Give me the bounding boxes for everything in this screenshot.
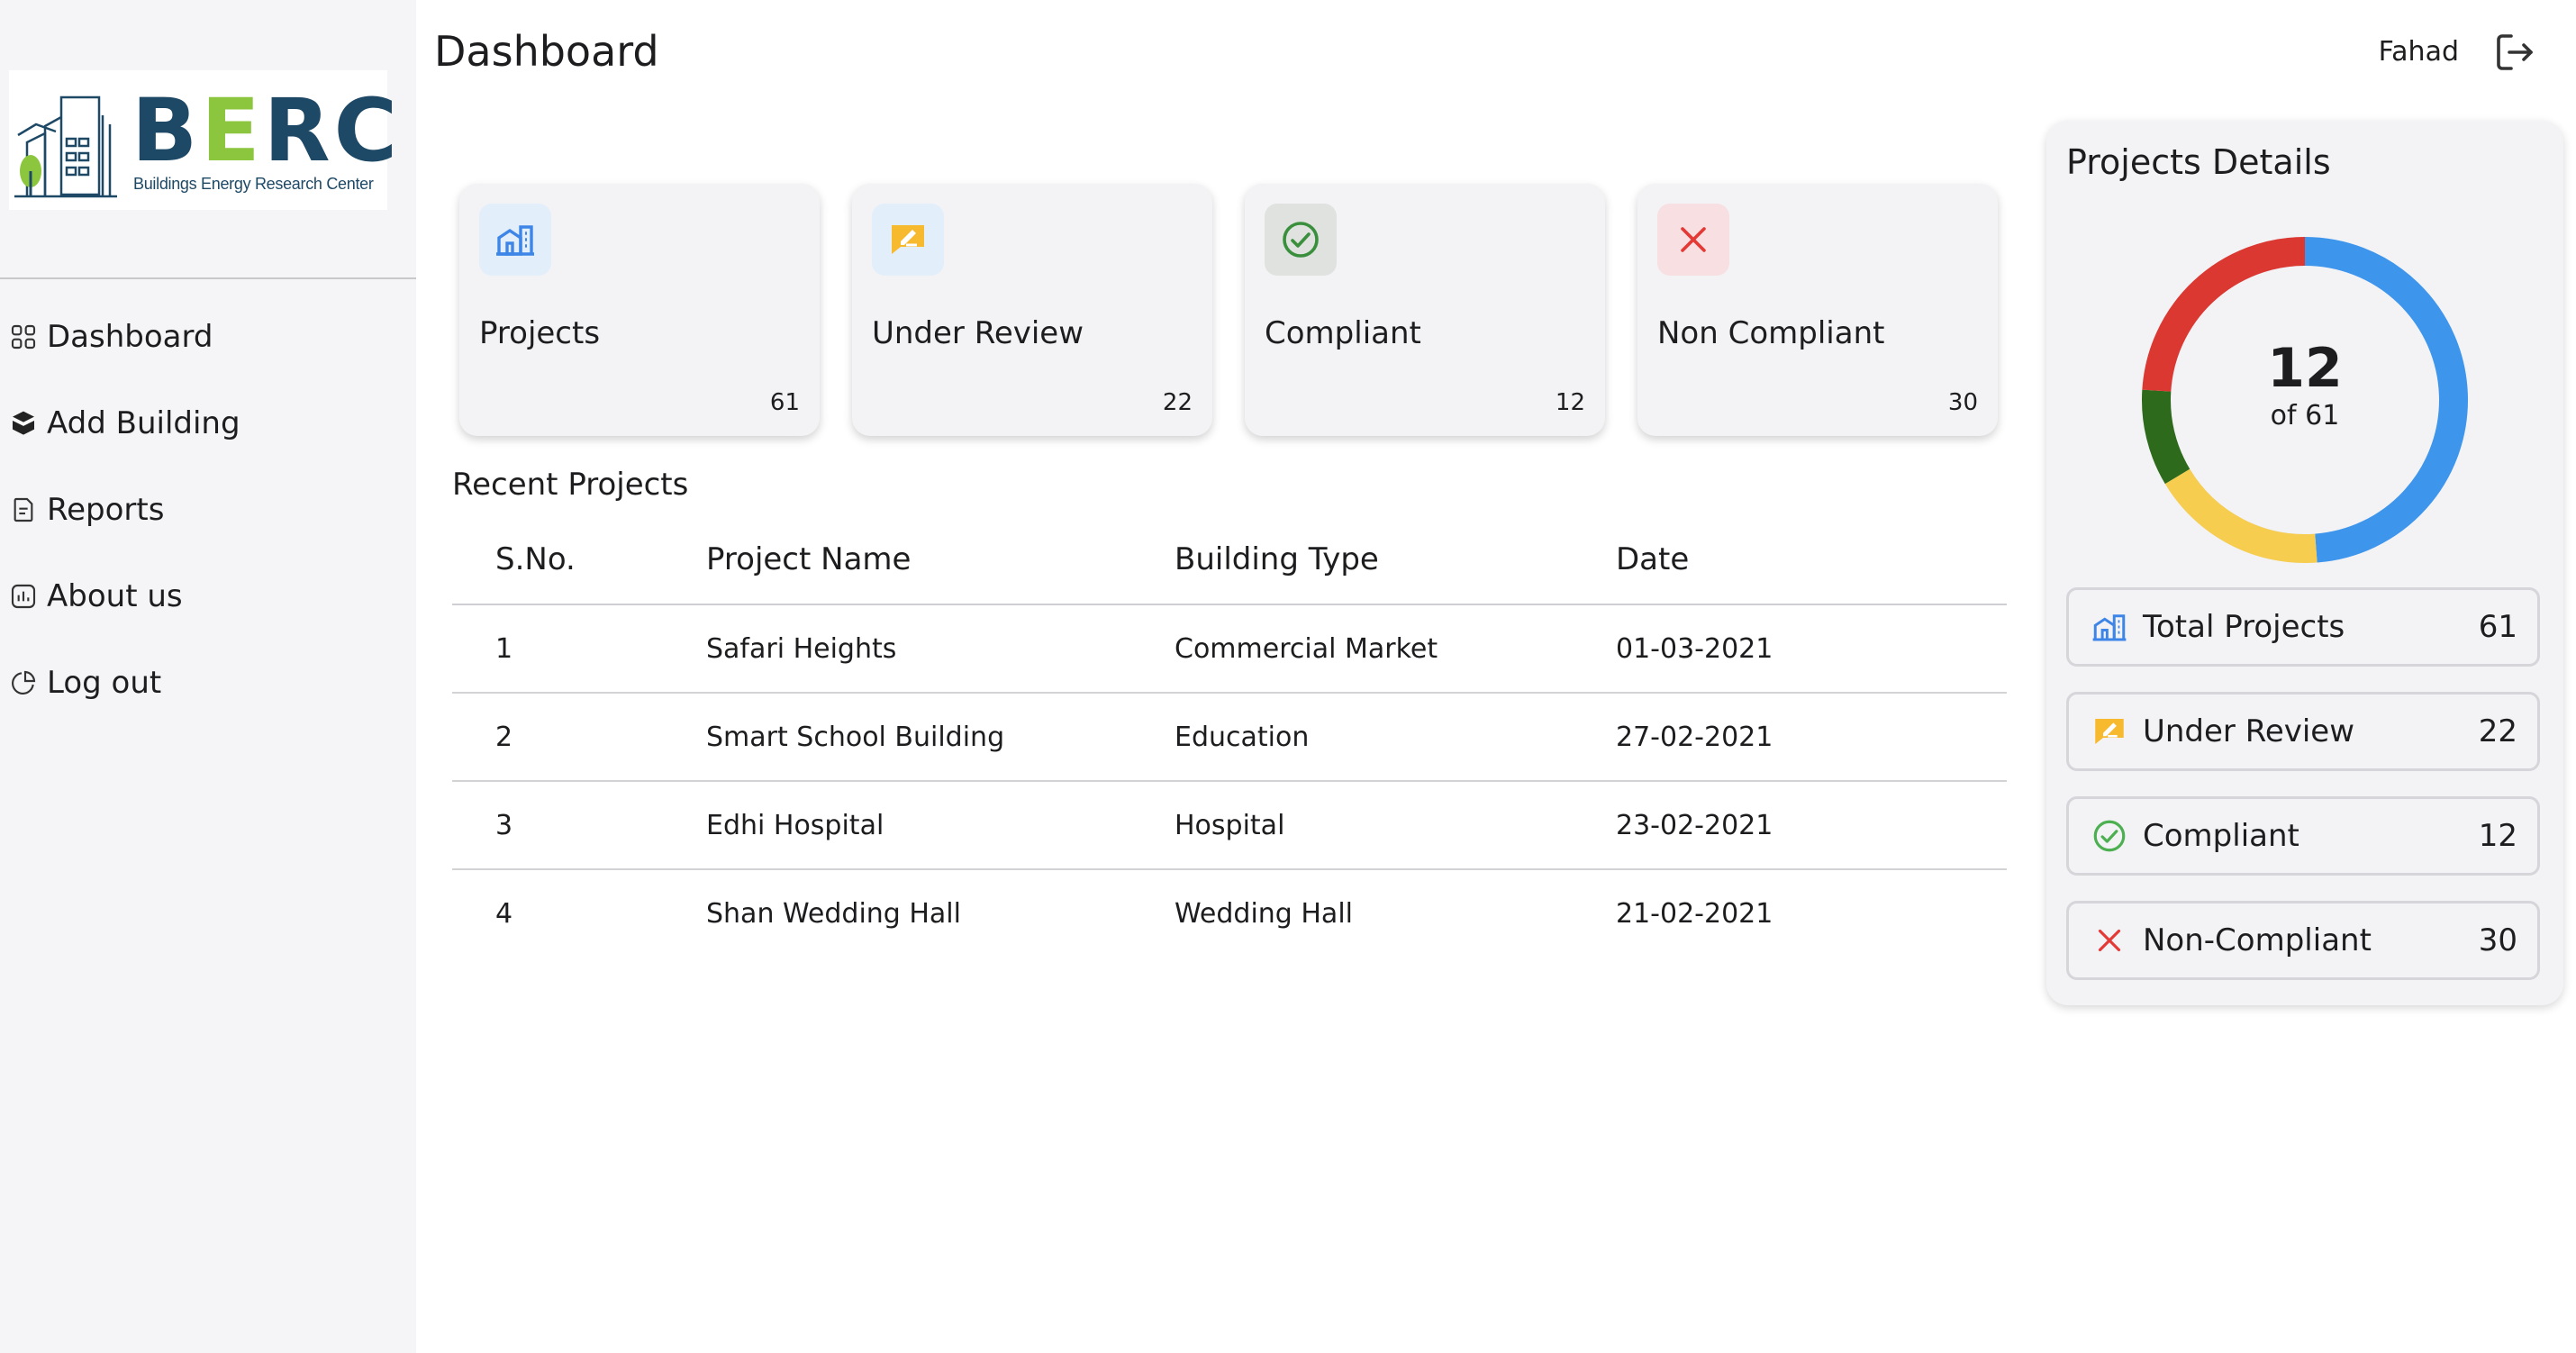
cell-date: 27-02-2021	[1615, 693, 2007, 782]
grid-icon	[11, 324, 36, 350]
cell-date: 21-02-2021	[1616, 897, 1773, 930]
card-label: Non Compliant	[1657, 315, 1885, 351]
summary-label: Non-Compliant	[2143, 922, 2372, 958]
table-header-row: S.No. Project Name Building Type Date	[452, 515, 2007, 605]
sidebar-item-dashboard[interactable]: Dashboard	[9, 319, 213, 355]
summary-label: Compliant	[2143, 818, 2299, 854]
pie-icon	[12, 670, 36, 695]
card-count: 12	[1555, 389, 1585, 416]
column-header: Date	[1615, 515, 2007, 605]
cell-sno: 3	[452, 781, 705, 870]
donut-center-subtitle: of 61	[2270, 400, 2340, 431]
sidebar-item-label: Add Building	[47, 405, 240, 441]
card-count: 30	[1947, 389, 1978, 416]
sidebar: BERC Buildings Energy Research Center Da…	[0, 0, 416, 1353]
card-count: 22	[1162, 389, 1193, 416]
summary-value: 61	[2478, 609, 2517, 645]
page-title: Dashboard	[434, 27, 659, 76]
sidebar-item-label: Log out	[47, 665, 162, 701]
logout-icon[interactable]	[2493, 31, 2536, 74]
card-under-review[interactable]: Under Review 22	[852, 184, 1212, 436]
card-label: Compliant	[1265, 315, 1421, 351]
card-icon-bg	[1265, 204, 1337, 276]
sidebar-item-about-us[interactable]: About us	[9, 578, 183, 614]
cell-building-type: Commercial Market	[1174, 604, 1615, 694]
table-row[interactable]: 2 Smart School Building Education 27-02-…	[452, 693, 2007, 782]
sidebar-divider	[0, 277, 416, 279]
card-compliant[interactable]: Compliant 12	[1245, 184, 1605, 436]
review-icon	[892, 225, 924, 254]
check-circle-icon	[2093, 820, 2126, 852]
cell-building-type: Hospital	[1174, 781, 1615, 870]
table-row[interactable]: 3 Edhi Hospital Hospital 23-02-2021	[452, 781, 2007, 870]
check-circle-icon	[1283, 222, 1319, 258]
sidebar-item-label: Dashboard	[47, 319, 213, 355]
cell-project-name: Safari Heights	[705, 604, 1174, 694]
building-logo-icon	[14, 95, 117, 198]
building-icon	[2092, 614, 2127, 641]
table-row[interactable]: 4 Shan Wedding Hall Wedding Hall 21-02-2…	[452, 869, 2007, 957]
summary-value: 22	[2478, 713, 2517, 749]
summary-row-under-review[interactable]: Under Review 22	[2066, 692, 2540, 771]
card-icon-bg	[479, 204, 551, 276]
card-icon-bg	[872, 204, 944, 276]
card-count: 61	[769, 389, 800, 416]
projects-details-panel: Projects Details 12 of 61 Total Projects…	[2046, 121, 2563, 1005]
donut-center-value: 12	[2267, 337, 2343, 400]
summary-row-non-compliant[interactable]: Non-Compliant 30	[2066, 901, 2540, 980]
summary-value: 12	[2478, 818, 2517, 854]
summary-label: Under Review	[2143, 713, 2355, 749]
logo-wordmark: BERC	[132, 80, 402, 181]
card-projects[interactable]: Projects 61	[459, 184, 820, 436]
cell-project-name: Shan Wedding Hall	[706, 897, 961, 930]
column-header: S.No.	[452, 515, 705, 605]
recent-projects-title: Recent Projects	[452, 467, 689, 503]
donut-segment-under-review	[2164, 468, 2317, 563]
summary-row-compliant[interactable]: Compliant 12	[2066, 796, 2540, 876]
recent-projects-table: S.No. Project Name Building Type Date 1 …	[452, 515, 2007, 957]
sidebar-item-log-out[interactable]: Log out	[9, 665, 161, 701]
sidebar-item-reports[interactable]: Reports	[9, 492, 164, 528]
summary-row-total-projects[interactable]: Total Projects 61	[2066, 587, 2540, 667]
review-icon	[2095, 719, 2124, 744]
cell-project-name: Edhi Hospital	[705, 781, 1174, 870]
cell-sno: 4	[495, 897, 513, 930]
document-icon	[14, 497, 33, 522]
building-icon	[496, 225, 534, 256]
table-row[interactable]: 1 Safari Heights Commercial Market 01-03…	[452, 604, 2007, 694]
close-icon	[1681, 227, 1706, 252]
card-label: Under Review	[872, 315, 1084, 351]
summary-value: 30	[2478, 922, 2517, 958]
card-icon-bg	[1657, 204, 1729, 276]
berc-logo: BERC Buildings Energy Research Center	[9, 70, 397, 210]
chart-icon	[11, 584, 36, 609]
logo-tagline: Buildings Energy Research Center	[133, 175, 374, 193]
cell-building-type: Education	[1174, 693, 1615, 782]
summary-label: Total Projects	[2143, 609, 2345, 645]
sidebar-item-label: About us	[47, 578, 183, 614]
user-name: Fahad	[2378, 36, 2459, 68]
close-icon	[2098, 929, 2121, 952]
box-icon	[12, 411, 35, 435]
cell-building-type: Wedding Hall	[1175, 897, 1353, 930]
cell-sno: 1	[452, 604, 705, 694]
cell-date: 23-02-2021	[1615, 781, 2007, 870]
card-non-compliant[interactable]: Non Compliant 30	[1637, 184, 1998, 436]
cell-project-name: Smart School Building	[705, 693, 1174, 782]
cell-date: 01-03-2021	[1615, 604, 2007, 694]
card-label: Projects	[479, 315, 601, 351]
column-header: Building Type	[1174, 515, 1615, 605]
sidebar-item-add-building[interactable]: Add Building	[9, 405, 240, 441]
sidebar-item-label: Reports	[47, 492, 165, 528]
panel-title: Projects Details	[2066, 142, 2331, 182]
column-header: Project Name	[705, 515, 1174, 605]
cell-sno: 2	[452, 693, 705, 782]
